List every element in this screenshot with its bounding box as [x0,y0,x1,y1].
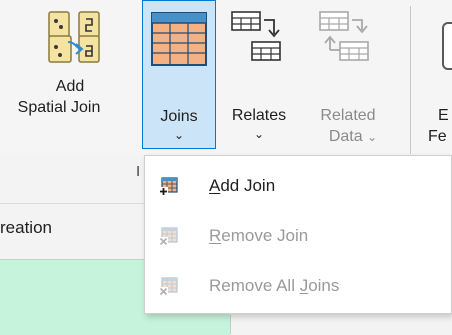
tab-creation-fragment[interactable]: reation [0,218,52,238]
joins-label: Joins [160,108,198,125]
add-spatial-join-button[interactable]: Add Spatial Join [0,0,140,155]
joins-dropdown-menu: Add Join Remove Join Remove All Joins [144,155,452,314]
joins-button[interactable]: Joins ⌄ [142,0,216,149]
label-accelerator: J [299,276,309,295]
add-spatial-join-label-2: Spatial Join [17,99,101,116]
menu-item-remove-all-joins[interactable]: Remove All Joins [145,261,451,311]
related-data-button[interactable]: Related Data ⌄ [302,0,394,155]
cut-off-button-label-2: Fe [428,128,447,145]
label-accelerator: R [209,226,222,245]
related-data-icon [319,11,369,61]
label-part: dd Join [220,176,276,195]
related-data-label-1: Related [320,107,376,124]
related-data-label-text: Data [328,128,363,145]
ribbon-separator [410,6,411,154]
relates-icon [231,11,281,61]
ribbon-group-label-fragment: I [136,163,141,180]
relates-chevron-icon: ⌄ [253,127,265,141]
spatial-join-icon [48,11,100,63]
joins-chevron-icon: ⌄ [173,128,185,142]
cut-off-button-label-1: E [438,107,449,124]
menu-item-label: Remove Join [209,226,308,246]
cut-off-button-icon [442,22,452,70]
ribbon: Add Spatial Join Joins ⌄ Relates ⌄ Relat… [0,0,452,180]
view-tab-strip: reation [0,203,160,260]
joins-table-icon [151,12,207,66]
relates-label: Relates [231,107,287,124]
add-spatial-join-label-1: Add [55,78,85,95]
remove-all-joins-icon [159,277,178,296]
related-data-chevron-icon: ⌄ [367,130,378,144]
menu-item-remove-join[interactable]: Remove Join [145,211,451,261]
cut-off-ribbon-button[interactable]: E Fe [424,0,452,155]
add-join-icon [159,177,178,196]
remove-join-icon [159,227,178,246]
menu-item-label: Remove All Joins [209,276,339,296]
label-part: oins [308,276,340,295]
content-area-right [230,315,452,334]
label-part: emove Join [221,226,309,245]
menu-item-add-join[interactable]: Add Join [145,161,451,211]
related-data-label-2: Data ⌄ [312,127,394,147]
menu-item-label: Add Join [209,176,275,196]
label-accelerator: A [209,176,221,195]
relates-button[interactable]: Relates ⌄ [218,0,300,155]
label-part: Remove All [209,276,300,295]
